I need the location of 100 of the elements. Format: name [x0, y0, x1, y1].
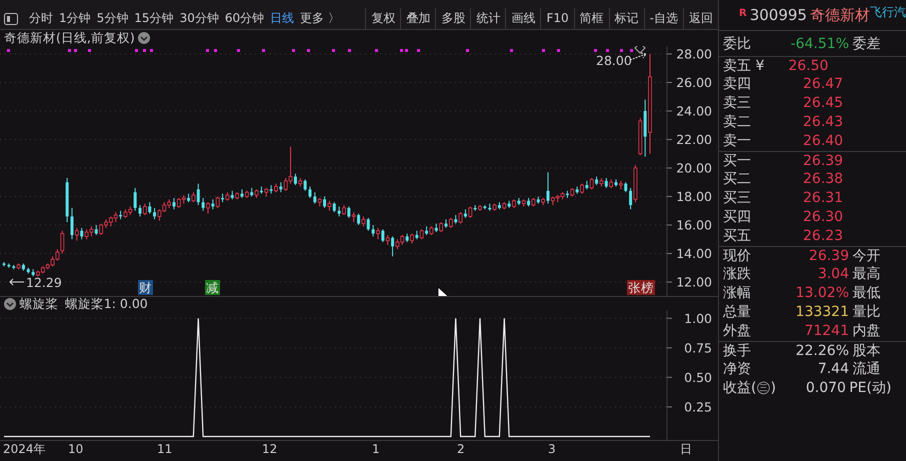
candlestick — [458, 212, 462, 224]
candlestick — [80, 227, 84, 240]
candlestick — [624, 182, 628, 193]
tag-link[interactable]: 飞行汽 — [870, 3, 906, 21]
candlestick — [342, 204, 346, 216]
candlestick — [381, 228, 384, 243]
quote-label: 委差 — [852, 36, 880, 52]
quote-label: 量比 — [852, 304, 880, 320]
dropdown-icon[interactable] — [4, 298, 16, 310]
quote-label: 内盘 — [852, 323, 880, 339]
candlestick — [279, 182, 282, 193]
quote-label: 股本 — [852, 343, 880, 359]
period-tab[interactable]: 5分钟 — [94, 8, 132, 29]
event-tag: 减 — [205, 280, 220, 295]
candlestick — [294, 173, 297, 186]
candlestick — [94, 224, 98, 236]
candlestick — [304, 178, 307, 192]
stock-name: 奇德新材 — [810, 4, 870, 26]
candlestick — [347, 206, 350, 218]
axis-label: 0.75 — [684, 340, 712, 356]
leader-arrow — [9, 278, 24, 286]
diamond-icon — [634, 46, 646, 54]
quote-label: 涨跌 — [723, 266, 751, 282]
toolbar-button[interactable]: 叠加 — [400, 8, 436, 29]
candlestick — [138, 204, 142, 217]
candlestick — [590, 177, 594, 190]
candlestick — [468, 206, 472, 218]
candlestick — [439, 222, 444, 233]
quote-label: 卖四 — [723, 76, 751, 92]
candlestick — [202, 197, 205, 212]
toolbar-button[interactable]: 简框 — [574, 8, 609, 29]
quote-value: 26.43 — [803, 113, 844, 132]
toolbar-button[interactable]: 标记 — [608, 8, 644, 29]
candlestick — [629, 187, 632, 210]
period-tab[interactable]: 更多 〉 — [297, 8, 343, 29]
quote-label: 最高 — [852, 266, 880, 282]
quote-value: 26.38 — [803, 170, 844, 189]
quote-label: 卖三 — [723, 95, 751, 111]
candlestick — [148, 202, 152, 214]
candlestick — [60, 230, 64, 254]
quote-value: 26.23 — [803, 227, 844, 246]
date-label: 11 — [157, 441, 172, 458]
axis-label: 0.25 — [684, 399, 712, 414]
event-tag: 财 — [138, 280, 153, 295]
candlestick — [386, 234, 390, 246]
toolbar-button[interactable]: 多股 — [435, 8, 470, 29]
quote-label: 买四 — [723, 209, 751, 225]
quote-value: 26.31 — [803, 189, 844, 208]
event-tag: 张榜 — [627, 280, 655, 295]
period-tab[interactable]: 60分钟 — [222, 8, 268, 29]
period-tab[interactable]: 1分钟 — [56, 8, 94, 29]
axis-label: 16.00 — [676, 218, 712, 233]
period-label: 日 — [680, 441, 692, 458]
price-label: 28.00 — [596, 52, 632, 68]
quote-value: 22.26% — [794, 342, 849, 361]
candlestick — [211, 198, 214, 210]
toolbar-button[interactable]: 画线 — [505, 8, 540, 29]
candlestick — [332, 202, 336, 213]
toolbar-button[interactable]: F10 — [540, 8, 574, 29]
indicator-value: 螺旋桨1: 0.00 — [64, 296, 148, 310]
candlestick — [391, 236, 394, 257]
period-tab[interactable]: 30分钟 — [176, 8, 222, 29]
candlestick — [134, 187, 137, 212]
chart-title: 奇德新材(日线,前复权) — [4, 30, 135, 46]
toolbar-button[interactable]: 统计 — [470, 8, 506, 29]
quote-label: 买五 — [723, 228, 751, 244]
candlestick — [70, 207, 74, 240]
date-label: 1 — [372, 441, 380, 458]
quote-label: 今开 — [852, 248, 880, 264]
quote-value: 26.45 — [803, 94, 844, 113]
candlestick — [410, 233, 414, 244]
axis-label: 12.00 — [676, 274, 712, 290]
quote-label: 卖五 ¥ — [723, 58, 764, 74]
axis-label: 22.00 — [676, 132, 712, 147]
candlestick — [308, 186, 312, 198]
axis-label: 26.00 — [676, 75, 712, 90]
panel-toggle-icon[interactable] — [4, 12, 18, 24]
toolbar-button[interactable]: 返回 — [683, 8, 718, 29]
axis-label: 24.00 — [676, 104, 712, 118]
quote-label: 净资 — [723, 361, 751, 377]
quote-label: 现价 — [723, 248, 751, 264]
candlestick — [376, 227, 380, 240]
quote-label: 收益(㊂) — [723, 380, 776, 396]
axis-label: 0.50 — [684, 370, 712, 385]
toolbar-button[interactable]: 复权 — [365, 8, 400, 29]
quote-value: 26.40 — [803, 132, 844, 151]
date-label: 12 — [262, 441, 278, 458]
candlestick — [142, 203, 147, 216]
candlestick — [580, 183, 584, 194]
quote-value: 0.070 — [804, 379, 846, 398]
quote-value: 26.39 — [808, 247, 849, 266]
period-tab[interactable]: 分时 — [26, 8, 56, 29]
candlestick — [546, 172, 550, 204]
toolbar-button[interactable]: -自选 — [644, 8, 683, 29]
dropdown-icon[interactable] — [138, 32, 150, 44]
period-tab[interactable]: 日线 — [267, 8, 298, 29]
candlestick — [372, 224, 375, 237]
period-tab[interactable]: 15分钟 — [131, 8, 177, 29]
quote-label: 外盘 — [723, 323, 751, 339]
candlestick — [328, 200, 332, 212]
